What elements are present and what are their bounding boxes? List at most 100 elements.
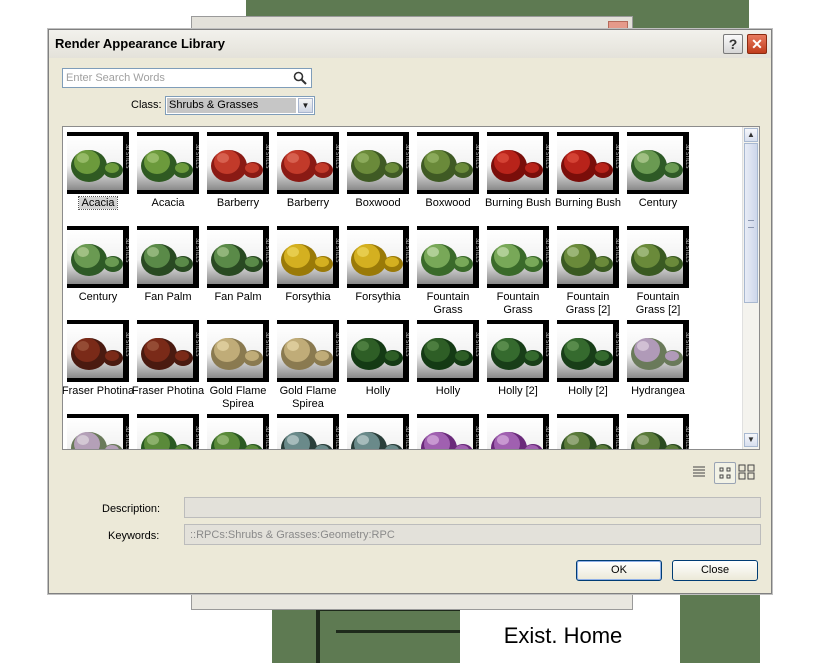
- appearance-thumbnail: 3D STILLS: [277, 320, 339, 382]
- large-icons-view-button[interactable]: [737, 462, 759, 484]
- appearance-thumbnail: 3D STILLS: [277, 226, 339, 288]
- appearance-tile[interactable]: 3D STILLS Holly: [345, 318, 411, 410]
- appearance-tile[interactable]: 3D STILLS: [415, 412, 481, 449]
- appearance-tile[interactable]: 3D STILLS Acacia: [135, 130, 201, 222]
- svg-text:3D STILLS: 3D STILLS: [404, 238, 409, 263]
- appearance-tile[interactable]: 3D STILLS Fraser Photina: [132, 318, 204, 410]
- appearance-tile[interactable]: 3D STILLS Fountain Grass: [485, 224, 551, 316]
- svg-text:3D STILLS: 3D STILLS: [544, 426, 549, 450]
- appearance-tile-label: Hydrangea: [621, 385, 695, 398]
- appearance-tile-label: Century: [63, 291, 135, 304]
- appearance-tile-label: Boxwood: [411, 197, 485, 210]
- svg-text:3D STILLS: 3D STILLS: [474, 144, 479, 169]
- svg-text:3D STILLS: 3D STILLS: [684, 238, 689, 263]
- class-dropdown[interactable]: Shrubs & Grasses ▼: [165, 96, 315, 115]
- appearance-thumbnail: 3D STILLS: [627, 320, 689, 382]
- appearance-thumbnail: 3D STILLS: [347, 320, 409, 382]
- appearance-tile[interactable]: 3D STILLS: [275, 412, 341, 449]
- appearance-tile[interactable]: 3D STILLS: [65, 412, 131, 450]
- title-bar[interactable]: Render Appearance Library ? ✕: [49, 30, 771, 58]
- appearance-tile[interactable]: 3D STILLS Hydrangea: [625, 318, 691, 410]
- appearance-thumbnail: 3D STILLS: [67, 320, 129, 382]
- appearance-tile[interactable]: 3D STILLS Forsythia: [345, 224, 411, 316]
- svg-text:3D STILLS: 3D STILLS: [334, 144, 339, 169]
- appearance-tile-label: Fan Palm: [131, 291, 205, 304]
- appearance-tile-label-text: Fraser Photina: [131, 385, 205, 397]
- appearance-tile[interactable]: 3D STILLS Century: [65, 224, 131, 316]
- svg-text:3D STILLS: 3D STILLS: [124, 332, 129, 357]
- appearance-tile-label-text: Fountain Grass [2]: [635, 291, 681, 316]
- list-view-button[interactable]: [689, 462, 711, 484]
- description-field[interactable]: [184, 497, 761, 518]
- medium-icons-view-button[interactable]: [714, 462, 736, 484]
- appearance-tile[interactable]: 3D STILLS Boxwood: [415, 130, 481, 222]
- appearance-tile[interactable]: 3D STILLS: [485, 412, 551, 450]
- appearance-tile[interactable]: 3D STILLS: [205, 412, 271, 449]
- svg-text:3D STILLS: 3D STILLS: [544, 238, 549, 263]
- appearance-tile-label-text: Fountain Grass: [496, 291, 540, 316]
- help-button[interactable]: ?: [723, 34, 743, 54]
- svg-text:3D STILLS: 3D STILLS: [614, 332, 619, 357]
- appearance-tile[interactable]: 3D STILLS Fraser Photina: [63, 318, 134, 410]
- appearance-thumbnail: 3D STILLS: [557, 226, 619, 288]
- svg-text:3D STILLS: 3D STILLS: [404, 144, 409, 169]
- appearance-tile-label: Fraser Photina: [63, 385, 135, 398]
- vertical-scrollbar[interactable]: ▲ ▼: [742, 127, 759, 449]
- appearance-tile[interactable]: 3D STILLS Fountain Grass [2]: [625, 224, 691, 316]
- appearance-tile[interactable]: 3D STILLS Fountain Grass [2]: [555, 224, 621, 316]
- appearance-tile[interactable]: 3D STILLS Burning Bush: [555, 130, 621, 222]
- svg-text:3D STILLS: 3D STILLS: [124, 238, 129, 263]
- appearance-thumbnail: 3D STILLS: [137, 414, 199, 449]
- appearance-tile[interactable]: 3D STILLS: [345, 412, 411, 449]
- appearance-tile[interactable]: 3D STILLS Gold Flame Spirea: [275, 318, 341, 410]
- appearance-tile[interactable]: 3D STILLS Boxwood: [345, 130, 411, 222]
- appearance-tile[interactable]: 3D STILLS Fan Palm: [205, 224, 271, 316]
- appearance-tile[interactable]: 3D STILLS Burning Bush: [485, 130, 551, 222]
- appearance-tile-label: Fraser Photina: [131, 385, 205, 398]
- scroll-down-arrow-icon[interactable]: ▼: [744, 433, 758, 447]
- search-field[interactable]: [62, 68, 312, 88]
- appearance-tile[interactable]: 3D STILLS Fountain Grass: [415, 224, 481, 316]
- appearance-thumbnail: 3D STILLS: [67, 414, 129, 450]
- appearance-thumbnail: 3D STILLS: [487, 132, 549, 194]
- search-icon[interactable]: [293, 71, 307, 85]
- ok-button[interactable]: OK: [576, 560, 662, 581]
- appearance-tile-label-text: Century: [78, 291, 118, 303]
- keywords-field[interactable]: ::RPCs:Shrubs & Grasses:Geometry:RPC: [184, 524, 761, 545]
- appearance-tile-label-text: Fan Palm: [144, 291, 192, 303]
- scroll-up-arrow-icon[interactable]: ▲: [744, 128, 758, 142]
- appearance-thumbnail: 3D STILLS: [627, 414, 689, 449]
- appearance-tile[interactable]: 3D STILLS Holly: [415, 318, 481, 410]
- appearance-tile[interactable]: 3D STILLS Gold Flame Spirea: [205, 318, 271, 410]
- class-selected-value: Shrubs & Grasses: [167, 98, 296, 113]
- svg-text:3D STILLS: 3D STILLS: [264, 144, 269, 169]
- appearance-tile-label: Century: [621, 197, 695, 210]
- appearance-tile[interactable]: 3D STILLS Barberry: [205, 130, 271, 222]
- cad-edge-line: [336, 630, 460, 633]
- appearance-tile[interactable]: 3D STILLS: [555, 412, 621, 449]
- appearance-tile-label-text: Holly [2]: [568, 385, 608, 397]
- appearance-tile[interactable]: 3D STILLS Century: [625, 130, 691, 222]
- appearance-tile[interactable]: 3D STILLS Forsythia: [275, 224, 341, 316]
- scrollbar-thumb[interactable]: [744, 143, 758, 303]
- search-input[interactable]: [63, 69, 292, 87]
- appearance-tile[interactable]: 3D STILLS Fan Palm: [135, 224, 201, 316]
- svg-text:3D STILLS: 3D STILLS: [124, 426, 129, 450]
- close-icon[interactable]: ✕: [747, 34, 767, 54]
- appearance-thumbnail: 3D STILLS: [627, 132, 689, 194]
- appearance-tile[interactable]: 3D STILLS: [625, 412, 691, 449]
- appearance-tile[interactable]: 3D STILLS Barberry: [275, 130, 341, 222]
- appearance-thumbnail: 3D STILLS: [487, 320, 549, 382]
- svg-text:3D STILLS: 3D STILLS: [194, 332, 199, 357]
- appearance-thumbnail: 3D STILLS: [67, 226, 129, 288]
- svg-text:3D STILLS: 3D STILLS: [544, 144, 549, 169]
- appearance-tile-label: Holly: [341, 385, 415, 398]
- svg-text:3D STILLS: 3D STILLS: [194, 144, 199, 169]
- appearance-tile[interactable]: 3D STILLS Holly [2]: [555, 318, 621, 410]
- close-button[interactable]: Close: [672, 560, 758, 581]
- appearance-tile[interactable]: 3D STILLS: [135, 412, 201, 449]
- appearance-tile[interactable]: 3D STILLS Acacia: [65, 130, 131, 222]
- appearance-thumbnail: 3D STILLS: [137, 132, 199, 194]
- appearance-tile[interactable]: 3D STILLS Holly [2]: [485, 318, 551, 410]
- chevron-down-icon[interactable]: ▼: [298, 98, 313, 113]
